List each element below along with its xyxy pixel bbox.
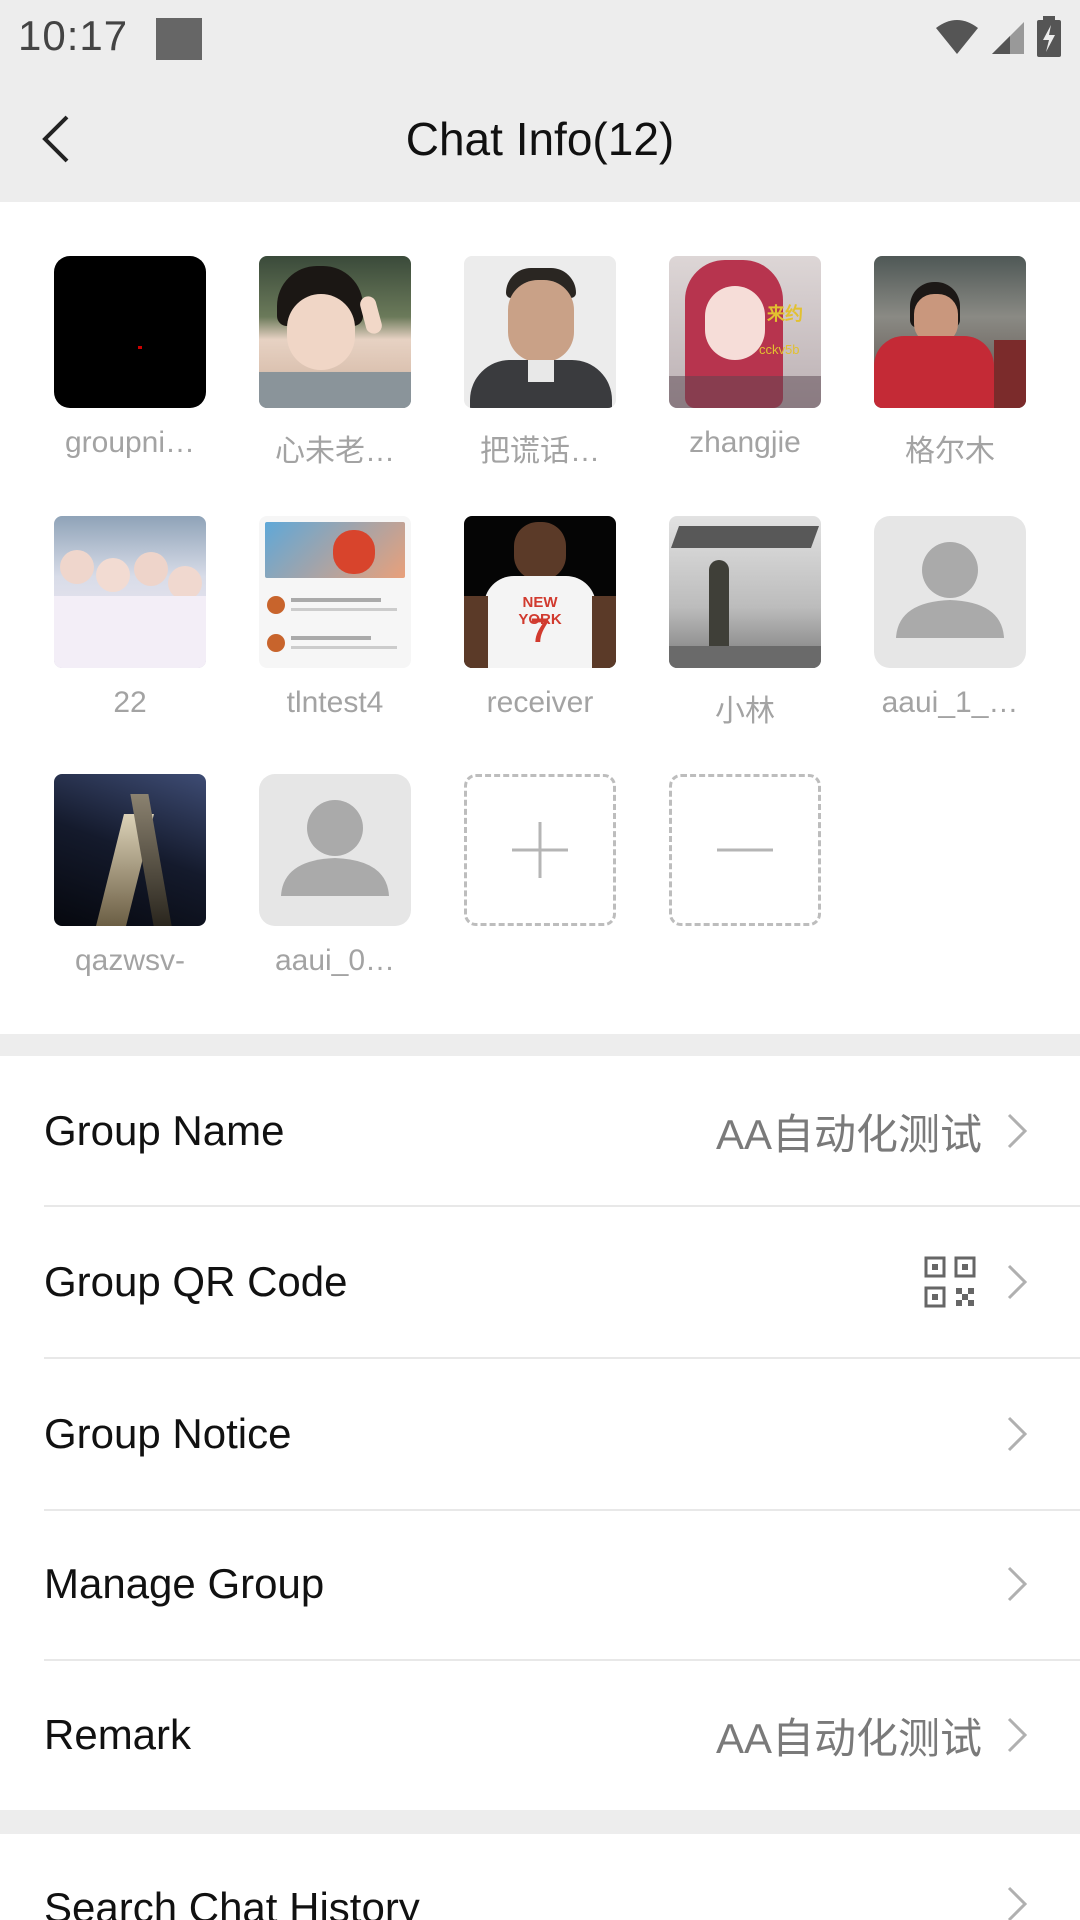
remove-member-button[interactable] (669, 774, 821, 926)
member-item[interactable]: aaui_1_… (874, 516, 1026, 720)
title-bar: Chat Info(12) (0, 76, 1080, 202)
members-grid: groupni… 心未老… 把谎话… 来约 cckv5b zhangjie 格尔… (0, 202, 1080, 1034)
person-icon (281, 800, 389, 896)
member-item[interactable]: groupni… (54, 256, 206, 460)
minus-icon (717, 848, 773, 852)
member-name: aaui_1_… (881, 686, 1019, 719)
page-title: Chat Info(12) (405, 113, 675, 165)
chevron-right-icon (1002, 1884, 1032, 1920)
member-name: 心未老… (275, 435, 395, 468)
member-item[interactable]: 来约 cckv5b zhangjie (669, 256, 821, 460)
status-icons (934, 16, 1062, 58)
group-name-row[interactable]: Group Name AA自动化测试 (0, 1056, 1080, 1206)
member-item[interactable]: NEW YORK 7 receiver (464, 516, 616, 720)
add-member-box[interactable] (464, 774, 616, 926)
add-member-button[interactable] (464, 774, 616, 926)
group-notice-label: Group Notice (44, 1410, 292, 1457)
member-name: 格尔木 (905, 435, 995, 468)
person-icon (896, 542, 1004, 638)
remark-value: AA自动化测试 (715, 1714, 982, 1762)
member-avatar (54, 516, 206, 668)
chevron-right-icon (1002, 1262, 1032, 1302)
member-item[interactable]: 22 (54, 516, 206, 720)
group-name-value: AA自动化测试 (715, 1110, 982, 1158)
member-name: 22 (113, 686, 147, 719)
member-item[interactable]: 格尔木 (874, 256, 1026, 470)
section-gap (0, 1810, 1080, 1834)
manage-group-label: Manage Group (44, 1560, 325, 1607)
member-avatar (464, 256, 616, 408)
group-qr-label: Group QR Code (44, 1258, 348, 1305)
member-avatar (669, 516, 821, 668)
member-name: 把谎话… (480, 435, 600, 468)
member-avatar (54, 256, 206, 408)
wifi-icon (936, 20, 978, 54)
notification-icon (156, 18, 202, 60)
member-name: groupni… (64, 426, 196, 459)
default-avatar (874, 516, 1026, 668)
member-avatar: 来约 cckv5b (669, 256, 821, 408)
section-gap (0, 1034, 1080, 1056)
chevron-right-icon (1002, 1414, 1032, 1454)
remove-member-box[interactable] (669, 774, 821, 926)
member-avatar: NEW YORK 7 (464, 516, 616, 668)
status-bar: 10:17 (0, 0, 1080, 76)
member-name: qazwsv- (74, 944, 186, 977)
member-item[interactable]: 心未老… (259, 256, 411, 470)
group-qr-row[interactable]: Group QR Code (0, 1207, 1080, 1357)
member-item[interactable]: qazwsv- (54, 774, 206, 978)
chevron-right-icon (1002, 1111, 1032, 1151)
member-avatar (259, 256, 411, 408)
status-time: 10:17 (18, 12, 129, 59)
member-avatar (54, 774, 206, 926)
remark-label: Remark (44, 1711, 192, 1758)
qr-code-icon (924, 1256, 976, 1308)
member-avatar (259, 516, 411, 668)
member-avatar (874, 256, 1026, 408)
chevron-right-icon (1002, 1564, 1032, 1604)
member-name: tlntest4 (286, 686, 384, 719)
manage-group-row[interactable]: Manage Group (0, 1509, 1080, 1659)
remark-row[interactable]: Remark AA自动化测试 (0, 1660, 1080, 1810)
plus-icon (512, 822, 568, 878)
default-avatar (259, 774, 411, 926)
member-name: 小林 (715, 695, 775, 728)
search-history-section: Search Chat History (0, 1834, 1080, 1920)
signal-icon (992, 22, 1024, 54)
search-history-row[interactable]: Search Chat History (0, 1834, 1080, 1920)
group-name-label: Group Name (44, 1107, 285, 1154)
member-item[interactable]: tlntest4 (259, 516, 411, 720)
chevron-right-icon (1002, 1715, 1032, 1755)
battery-icon (1037, 16, 1061, 57)
search-history-label: Search Chat History (44, 1884, 420, 1920)
member-item[interactable]: 把谎话… (464, 256, 616, 470)
member-item[interactable]: 小林 (669, 516, 821, 730)
member-name: receiver (486, 686, 594, 719)
settings-list: Group Name AA自动化测试 Group QR Code Group N… (0, 1056, 1080, 1810)
member-item[interactable]: aaui_0… (259, 774, 411, 978)
group-notice-row[interactable]: Group Notice (0, 1359, 1080, 1509)
member-name: aaui_0… (274, 944, 396, 977)
member-name: zhangjie (689, 426, 801, 459)
